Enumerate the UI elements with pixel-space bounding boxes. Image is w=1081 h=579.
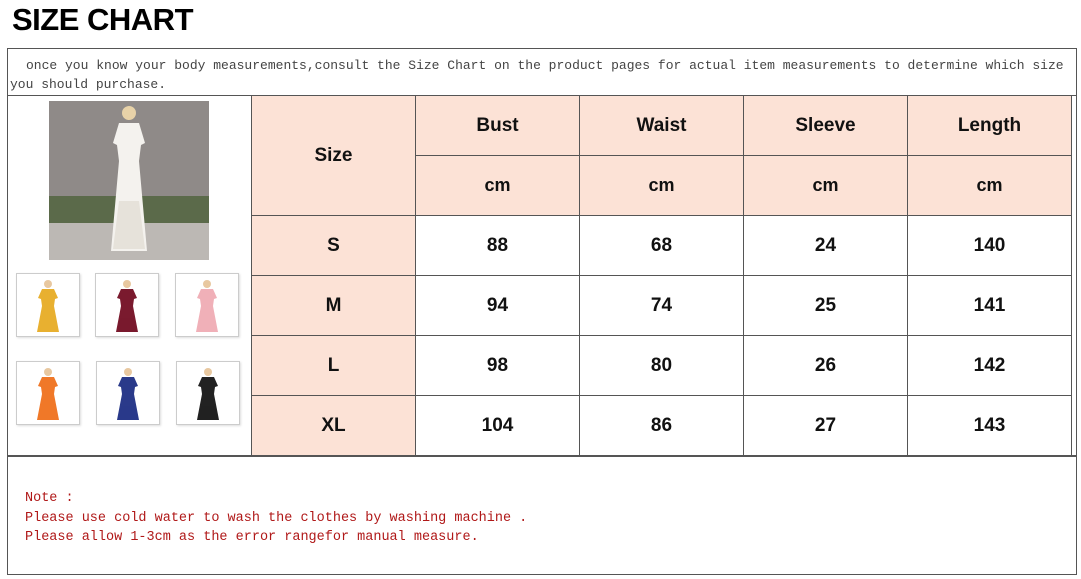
header-waist: Waist xyxy=(579,95,744,156)
table-cell: 104 xyxy=(415,395,580,456)
black-dress-thumb[interactable] xyxy=(176,361,240,425)
header-length: Length xyxy=(907,95,1072,156)
unit-length: cm xyxy=(907,155,1072,216)
table-cell: 86 xyxy=(579,395,744,456)
size-cell: XL xyxy=(251,395,416,456)
burgundy-dress-thumb[interactable] xyxy=(95,273,159,337)
table-cell: 98 xyxy=(415,335,580,396)
page-title: SIZE CHART xyxy=(12,2,194,37)
unit-sleeve: cm xyxy=(743,155,908,216)
table-row: XL 104 86 27 143 xyxy=(251,395,1072,456)
table-cell: 26 xyxy=(743,335,908,396)
table-cell: 140 xyxy=(907,215,1072,276)
pink-dress-thumb[interactable] xyxy=(175,273,239,337)
table-row: L 98 80 26 142 xyxy=(251,335,1072,396)
unit-bust: cm xyxy=(415,155,580,216)
intro-text: once you know your body measurements,con… xyxy=(10,58,1064,92)
table-cell: 24 xyxy=(743,215,908,276)
size-table: Size Bust Waist Sleeve Length cm cm cm c… xyxy=(251,95,1072,456)
size-header: Size xyxy=(251,95,416,216)
table-cell: 88 xyxy=(415,215,580,276)
header-bust: Bust xyxy=(415,95,580,156)
note-heading: Note : xyxy=(25,491,74,506)
size-cell: L xyxy=(251,335,416,396)
table-cell: 142 xyxy=(907,335,1072,396)
orange-dress-thumb[interactable] xyxy=(16,361,80,425)
table-cell: 27 xyxy=(743,395,908,456)
table-cell: 143 xyxy=(907,395,1072,456)
note-line: Please use cold water to wash the clothe… xyxy=(25,510,528,526)
table-cell: 74 xyxy=(579,275,744,336)
yellow-dress-thumb[interactable] xyxy=(16,273,80,337)
table-cell: 94 xyxy=(415,275,580,336)
note-line: Please allow 1-3cm as the error rangefor… xyxy=(25,530,479,545)
table-cell: 80 xyxy=(579,335,744,396)
size-cell: M xyxy=(251,275,416,336)
size-cell: S xyxy=(251,215,416,276)
header-sleeve: Sleeve xyxy=(743,95,908,156)
navy-dress-thumb[interactable] xyxy=(96,361,160,425)
table-cell: 141 xyxy=(907,275,1072,336)
main-product-photo xyxy=(49,101,209,260)
unit-waist: cm xyxy=(579,155,744,216)
care-notes: Note : Please use cold water to wash the… xyxy=(25,489,527,548)
table-row: M 94 74 25 141 xyxy=(251,275,1072,336)
table-cell: 25 xyxy=(743,275,908,336)
table-cell: 68 xyxy=(579,215,744,276)
table-row: S 88 68 24 140 xyxy=(251,215,1072,276)
